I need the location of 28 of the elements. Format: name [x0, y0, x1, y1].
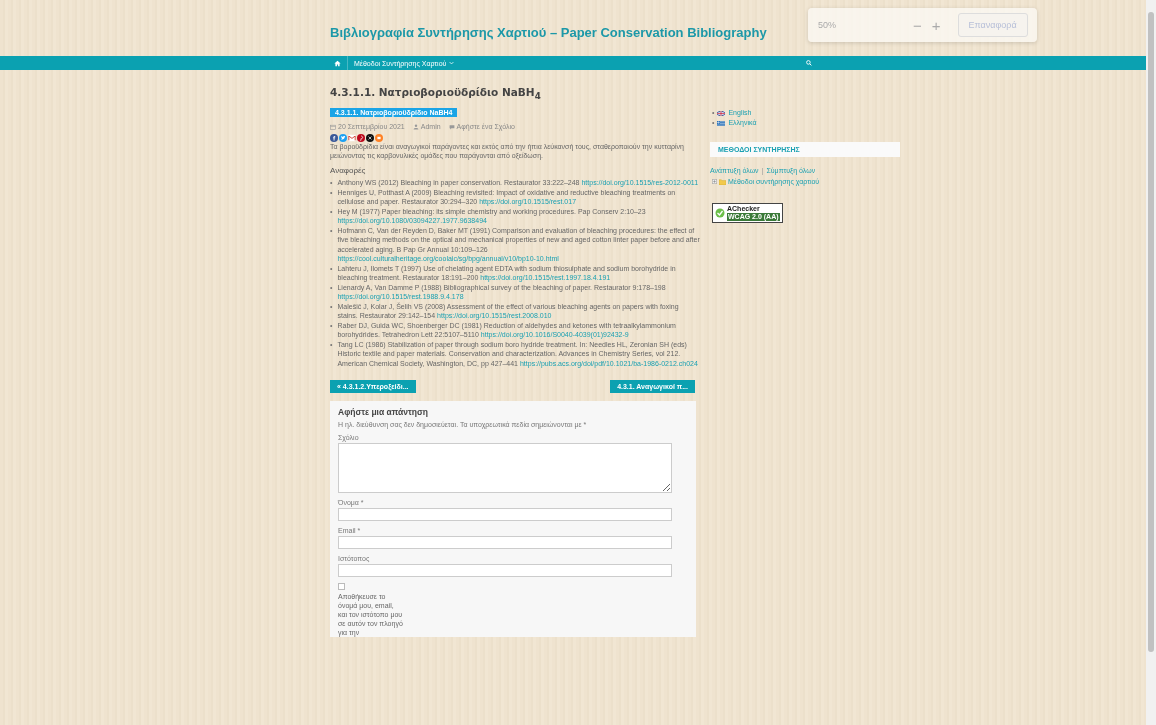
flag-icon [717, 110, 726, 116]
input-field[interactable] [338, 508, 672, 522]
comment-icon [448, 123, 455, 130]
x-icon[interactable] [366, 134, 374, 143]
references-heading: Αναφορές [330, 166, 367, 176]
comment-field[interactable] [338, 443, 672, 494]
zoom-value: 50% [818, 20, 837, 30]
pin-icon[interactable] [357, 134, 365, 143]
zoom-in-button[interactable]: + [926, 16, 946, 34]
flag-icon [717, 120, 726, 126]
scrollbar[interactable] [1146, 0, 1156, 725]
input-field[interactable] [338, 536, 672, 550]
mail-icon[interactable] [348, 134, 356, 143]
facebook-icon[interactable] [330, 134, 338, 143]
site-title[interactable]: Βιβλιογραφία Συντήρησης Χαρτιού – Paper Conservation Bibliography [330, 16, 767, 40]
post-title: 4.3.1.1. Νατριοβοριοϋδρίδιο NaBH$_{4}$ [330, 86, 542, 102]
person-icon [412, 123, 419, 130]
consent-checkbox[interactable] [338, 583, 345, 591]
search-icon[interactable] [806, 60, 812, 66]
form-title: Αφήστε μια απάντηση [338, 407, 429, 418]
calendar-icon [330, 123, 336, 130]
folder-icon [719, 178, 726, 185]
zoom-out-button[interactable]: − [908, 16, 927, 34]
home-icon[interactable] [334, 59, 341, 67]
bird-icon[interactable] [339, 134, 347, 143]
plus-icon[interactable] [712, 179, 717, 184]
input-field[interactable] [338, 564, 672, 578]
check-icon [715, 208, 725, 218]
